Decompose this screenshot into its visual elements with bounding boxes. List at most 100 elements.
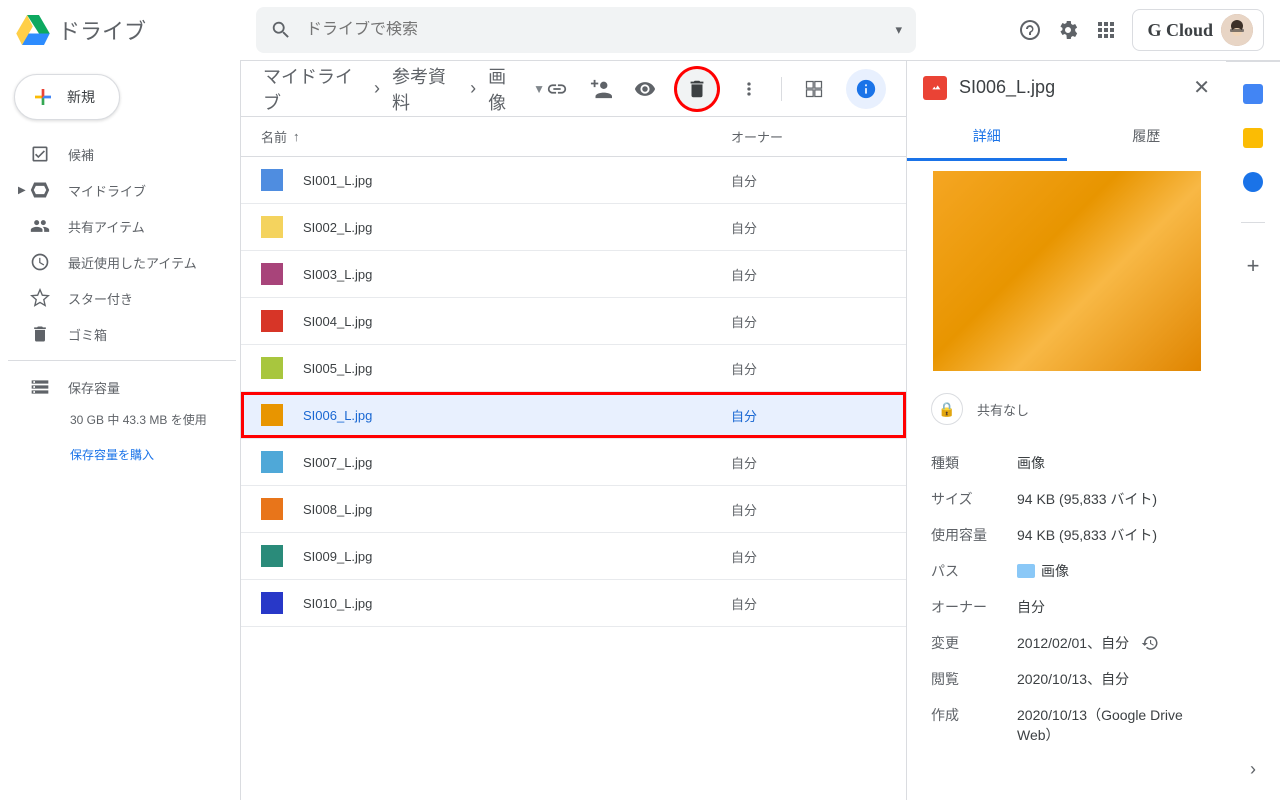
tab-detail[interactable]: 詳細 — [907, 114, 1067, 161]
file-name: SI005_L.jpg — [303, 361, 731, 376]
sidebar-item-label: 候補 — [68, 145, 94, 164]
meta-size-value: 94 KB (95,833 バイト) — [1017, 489, 1202, 509]
logo-area[interactable]: ドライブ — [16, 14, 256, 46]
sidebar-item-label: 共有アイテム — [68, 217, 145, 236]
plus-icon — [31, 85, 55, 109]
meta-path-label: パス — [931, 561, 1017, 581]
sidebar-item-label: マイドライブ — [68, 181, 146, 200]
file-name: SI008_L.jpg — [303, 502, 731, 517]
file-name: SI003_L.jpg — [303, 267, 731, 282]
storage-icon — [30, 377, 50, 397]
crumb-folder1[interactable]: 参考資料 — [386, 59, 464, 119]
file-thumbnail — [261, 169, 283, 191]
file-name: SI010_L.jpg — [303, 596, 731, 611]
col-name[interactable]: 名前 ↑ — [261, 127, 731, 146]
account-switcher[interactable]: G Cloud — [1132, 9, 1264, 51]
star-icon — [30, 288, 50, 308]
meta-type-value: 画像 — [1017, 453, 1202, 473]
file-row[interactable]: SI006_L.jpg自分 — [241, 392, 906, 439]
link-icon[interactable] — [545, 77, 569, 101]
file-row[interactable]: SI001_L.jpg自分 — [241, 157, 906, 204]
folder-icon — [1017, 564, 1035, 578]
details-title: SI006_L.jpg — [959, 77, 1181, 98]
trash-icon — [30, 324, 50, 344]
file-thumbnail — [261, 263, 283, 285]
sidebar-item-shared[interactable]: 共有アイテム — [8, 208, 240, 244]
lock-icon: 🔒 — [931, 393, 963, 425]
file-row[interactable]: SI010_L.jpg自分 — [241, 580, 906, 627]
calendar-app-icon[interactable] — [1243, 84, 1263, 104]
file-thumbnail — [261, 498, 283, 520]
meta-view-label: 閲覧 — [931, 669, 1017, 689]
search-icon — [270, 19, 292, 41]
sidebar-item-storage[interactable]: 保存容量 — [8, 369, 240, 405]
file-row[interactable]: SI007_L.jpg自分 — [241, 439, 906, 486]
new-button[interactable]: 新規 — [14, 74, 120, 120]
sidebar-item-starred[interactable]: スター付き — [8, 280, 240, 316]
crumb-mydrive[interactable]: マイドライブ — [257, 59, 368, 119]
tab-history[interactable]: 履歴 — [1067, 114, 1227, 161]
help-icon[interactable] — [1018, 18, 1042, 42]
meta-size-label: サイズ — [931, 489, 1017, 509]
close-icon[interactable]: ✕ — [1193, 75, 1210, 100]
more-icon[interactable] — [737, 77, 761, 101]
file-owner: 自分 — [731, 594, 757, 613]
toolbar: マイドライブ › 参考資料 › 画像 ▼ — [241, 61, 906, 117]
file-row[interactable]: SI005_L.jpg自分 — [241, 345, 906, 392]
search-dropdown-icon[interactable]: ▾ — [895, 22, 902, 38]
meta-create-value: 2020/10/13（Google Drive Web） — [1017, 705, 1202, 745]
grid-view-icon[interactable] — [802, 77, 826, 101]
file-row[interactable]: SI008_L.jpg自分 — [241, 486, 906, 533]
file-row[interactable]: SI004_L.jpg自分 — [241, 298, 906, 345]
keep-app-icon[interactable] — [1243, 128, 1263, 148]
file-owner: 自分 — [731, 312, 757, 331]
sidebar-item-priority[interactable]: 候補 — [8, 136, 240, 172]
meta-owner-value: 自分 — [1017, 597, 1202, 617]
tasks-app-icon[interactable] — [1243, 172, 1263, 192]
sidebar-item-label: 最近使用したアイテム — [68, 253, 197, 272]
delete-button[interactable] — [677, 69, 717, 109]
file-name: SI006_L.jpg — [303, 408, 731, 423]
share-icon[interactable] — [589, 77, 613, 101]
crumb-current[interactable]: 画像 — [482, 59, 527, 119]
info-button[interactable] — [846, 69, 886, 109]
file-row[interactable]: SI002_L.jpg自分 — [241, 204, 906, 251]
file-owner: 自分 — [731, 359, 757, 378]
apps-icon[interactable] — [1094, 18, 1118, 42]
preview-image[interactable] — [933, 171, 1201, 371]
avatar[interactable] — [1221, 14, 1253, 46]
search-input[interactable] — [306, 21, 902, 39]
history-icon[interactable] — [1141, 634, 1159, 652]
file-name: SI002_L.jpg — [303, 220, 731, 235]
drive-nav-icon — [30, 180, 50, 200]
file-thumbnail — [261, 451, 283, 473]
file-owner: 自分 — [731, 500, 757, 519]
details-panel: SI006_L.jpg ✕ 詳細 履歴 🔒 共有なし 種類画像 サイズ94 KB… — [906, 61, 1226, 800]
expand-rail-icon[interactable]: › — [1250, 759, 1256, 780]
file-thumbnail — [261, 404, 283, 426]
preview-icon[interactable] — [633, 77, 657, 101]
meta-view-value: 2020/10/13、自分 — [1017, 669, 1202, 689]
sidebar-item-label: ゴミ箱 — [68, 325, 107, 344]
file-owner: 自分 — [731, 171, 757, 190]
col-owner[interactable]: オーナー — [731, 127, 886, 146]
settings-icon[interactable] — [1056, 18, 1080, 42]
sidebar-item-mydrive[interactable]: ▶ マイドライブ — [8, 172, 240, 208]
main-area: マイドライブ › 参考資料 › 画像 ▼ — [240, 60, 1280, 800]
buy-storage-link[interactable]: 保存容量を購入 — [8, 434, 240, 469]
caret-down-icon[interactable]: ▼ — [533, 82, 545, 96]
search-box[interactable]: ▾ — [256, 7, 916, 53]
file-row[interactable]: SI009_L.jpg自分 — [241, 533, 906, 580]
file-row[interactable]: SI003_L.jpg自分 — [241, 251, 906, 298]
sidebar-item-trash[interactable]: ゴミ箱 — [8, 316, 240, 352]
meta-type-label: 種類 — [931, 453, 1017, 473]
file-thumbnail — [261, 216, 283, 238]
sidebar-item-label: 保存容量 — [68, 378, 120, 397]
rail-separator — [1241, 222, 1265, 223]
meta-mod-label: 変更 — [931, 633, 1017, 653]
sidebar-item-recent[interactable]: 最近使用したアイテム — [8, 244, 240, 280]
add-app-icon[interactable]: + — [1247, 253, 1260, 279]
app-header: ドライブ ▾ G Cloud — [0, 0, 1280, 60]
file-owner: 自分 — [731, 453, 757, 472]
breadcrumb: マイドライブ › 参考資料 › 画像 ▼ — [257, 59, 545, 119]
